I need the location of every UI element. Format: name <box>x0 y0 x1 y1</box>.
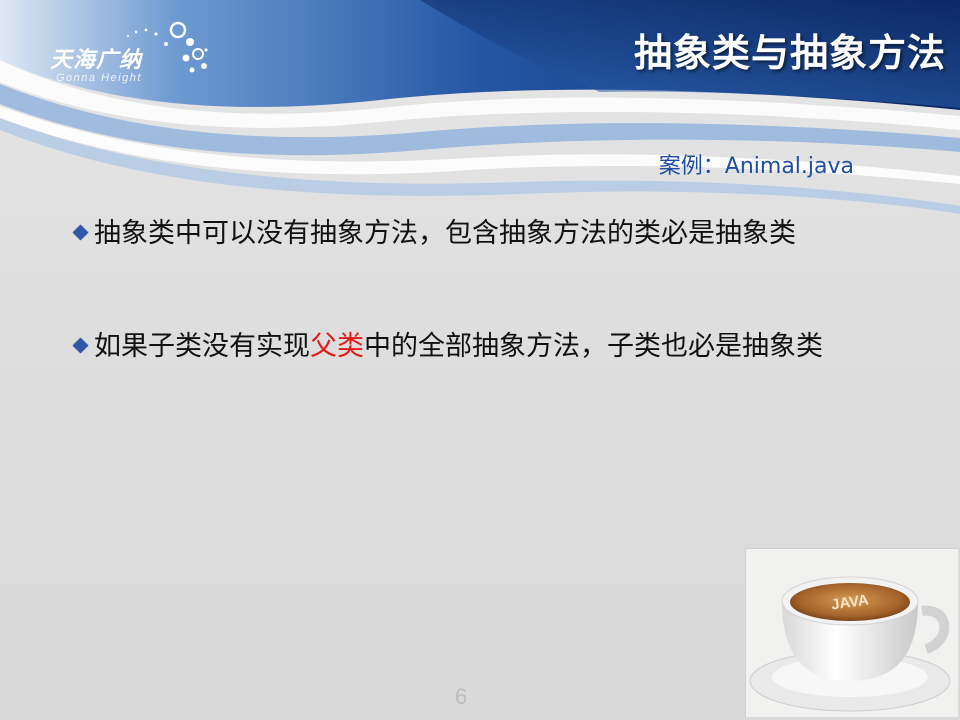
bullet-text-before: 如果子类没有实现 <box>94 331 310 362</box>
coffee-cup-icon: JAVA <box>749 576 951 712</box>
bullet-text: 抽象类中可以没有抽象方法，包含抽象方法的类必是抽象类 <box>94 218 796 249</box>
coffee-cup-image: JAVA <box>745 548 958 717</box>
page-number: 6 <box>455 684 468 709</box>
bullet-item-2: 如果子类没有实现父类中的全部抽象方法，子类也必是抽象类 <box>70 327 870 367</box>
diamond-bullet-icon <box>72 224 89 241</box>
bullet-item-1: 抽象类中可以没有抽象方法，包含抽象方法的类必是抽象类 <box>70 214 870 254</box>
example-label: 案例：Animal.java <box>658 154 854 179</box>
slide: 天海广纳 Gonna Height 抽象类与抽象方法 案例：Animal.jav… <box>0 0 960 720</box>
bullet-highlight: 父类 <box>310 331 364 362</box>
company-logo: 天海广纳 Gonna Height <box>46 20 216 90</box>
slide-title: 抽象类与抽象方法 <box>633 31 946 75</box>
logo-chinese-text: 天海广纳 <box>50 48 143 73</box>
logo-english-text: Gonna Height <box>56 72 142 84</box>
diamond-bullet-icon <box>72 337 89 354</box>
bullet-text-after: 中的全部抽象方法，子类也必是抽象类 <box>364 331 823 362</box>
